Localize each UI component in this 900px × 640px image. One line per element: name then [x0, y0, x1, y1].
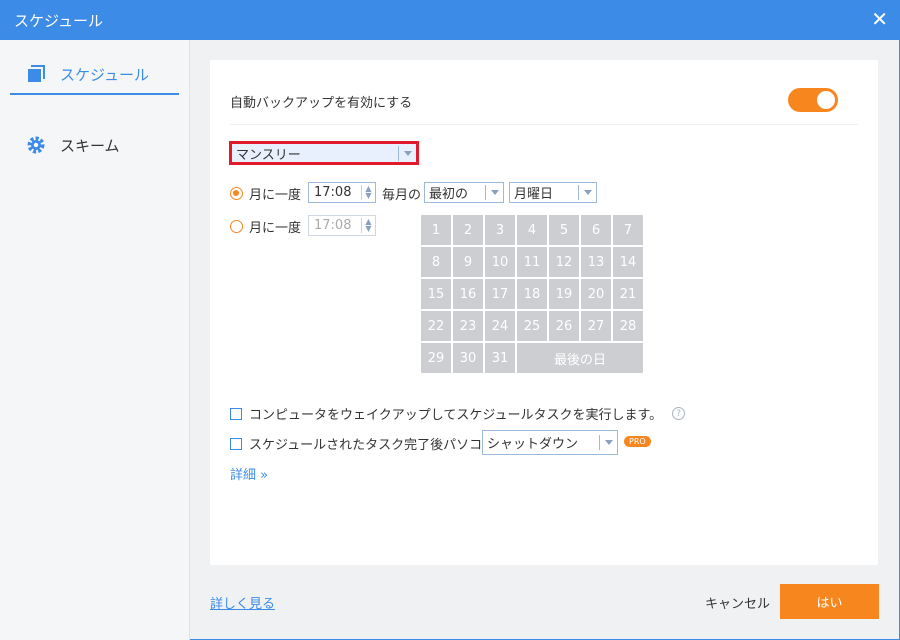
ok-button[interactable]: はい	[780, 584, 879, 619]
day-cell[interactable]: 4	[517, 215, 547, 245]
weekday-select[interactable]: 月曜日	[509, 182, 597, 203]
chevron-down-icon	[398, 146, 416, 161]
wake-option[interactable]: コンピュータをウェイクアップしてスケジュールタスクを実行します。?	[230, 404, 686, 423]
day-cell[interactable]: 26	[549, 311, 579, 341]
settings-panel: 自動バックアップを有効にする マンスリー 月に一度 17:08 ▲ ▼ 毎月の 最初…	[210, 60, 878, 565]
day-cell[interactable]: 6	[581, 215, 611, 245]
sidebar: スケジュール スキーム	[0, 40, 190, 640]
radio-selected[interactable]	[230, 187, 243, 200]
day-cell[interactable]: 11	[517, 247, 547, 277]
cancel-button[interactable]: キャンセル	[705, 593, 770, 612]
day-cell[interactable]: 16	[453, 279, 483, 309]
option2-label: 月に一度	[249, 221, 302, 236]
sidebar-item-schedule[interactable]: スケジュール	[10, 55, 179, 95]
day-cell[interactable]: 5	[549, 215, 579, 245]
chevron-down-icon	[578, 185, 596, 200]
after-label: スケジュールされたタスク完了後パソコン	[249, 438, 496, 453]
radio-unselected[interactable]	[230, 220, 243, 233]
day-cell[interactable]: 21	[613, 279, 643, 309]
spinner-icon: ▲ ▼	[361, 218, 375, 233]
schedule-icon	[28, 65, 45, 82]
option2-time: 17:08 ▲ ▼	[308, 215, 376, 236]
option1-label: 月に一度	[249, 188, 302, 203]
wake-checkbox[interactable]	[230, 407, 242, 420]
day-cell[interactable]: 10	[485, 247, 515, 277]
time-value: 17:08	[314, 185, 352, 200]
day-cell[interactable]: 28	[613, 311, 643, 341]
after-action-select[interactable]: シャットダウン	[482, 430, 618, 455]
day-cell[interactable]: 17	[485, 279, 515, 309]
day-cell[interactable]: 31	[485, 343, 515, 373]
divider	[230, 124, 858, 125]
day-cell[interactable]: 3	[485, 215, 515, 245]
every-month-label: 毎月の	[382, 188, 422, 203]
day-cell[interactable]: 27	[581, 311, 611, 341]
day-cell[interactable]: 15	[421, 279, 451, 309]
after-option[interactable]: スケジュールされたタスク完了後パソコン	[230, 434, 495, 453]
chevron-down-icon	[485, 185, 503, 200]
day-cell[interactable]: 14	[613, 247, 643, 277]
day-grid: 1 2 3 4 5 6 7 8 9 10 11 12 13 14 15 16 17 18 19 20 21 22 23 24 2…	[421, 215, 643, 373]
details-link[interactable]: 詳細 »	[230, 464, 268, 483]
option2-radio[interactable]: 月に一度	[230, 217, 301, 236]
double-chevron-down-icon: »	[260, 468, 269, 483]
pro-badge: PRO	[624, 436, 651, 447]
day-cell[interactable]: 25	[517, 311, 547, 341]
wake-label: コンピュータをウェイクアップしてスケジュールタスクを実行します。	[249, 408, 663, 423]
day-cell[interactable]: 2	[453, 215, 483, 245]
after-checkbox[interactable]	[230, 437, 242, 450]
day-cell[interactable]: 18	[517, 279, 547, 309]
learn-more-link[interactable]: 詳しく見る	[210, 593, 275, 612]
day-cell[interactable]: 13	[581, 247, 611, 277]
frequency-value: マンスリー	[236, 147, 301, 163]
day-cell[interactable]: 30	[453, 343, 483, 373]
window-title: スケジュール	[14, 12, 103, 30]
day-cell[interactable]: 7	[613, 215, 643, 245]
enable-label: 自動バックアップを有効にする	[230, 96, 413, 111]
day-cell[interactable]: 1	[421, 215, 451, 245]
weekday-value: 月曜日	[514, 187, 554, 202]
ordinal-value: 最初の	[429, 187, 469, 202]
chevron-down-icon	[599, 435, 617, 450]
details-label: 詳細	[230, 468, 257, 483]
sidebar-item-label: スケジュール	[60, 65, 149, 84]
ordinal-select[interactable]: 最初の	[424, 182, 504, 203]
sidebar-item-label: スキーム	[60, 136, 120, 155]
after-action-value: シャットダウン	[487, 437, 579, 452]
day-cell[interactable]: 9	[453, 247, 483, 277]
option1-time[interactable]: 17:08 ▲ ▼	[308, 182, 376, 203]
day-cell[interactable]: 29	[421, 343, 451, 373]
enable-backup-toggle[interactable]	[788, 88, 838, 112]
day-cell[interactable]: 23	[453, 311, 483, 341]
close-icon[interactable]: ✕	[871, 7, 888, 31]
sidebar-item-scheme[interactable]: スキーム	[10, 125, 179, 165]
gear-icon	[27, 136, 45, 154]
day-cell[interactable]: 24	[485, 311, 515, 341]
help-icon[interactable]: ?	[672, 407, 686, 420]
day-cell[interactable]: 8	[421, 247, 451, 277]
time-value: 17:08	[314, 218, 352, 233]
day-cell[interactable]: 12	[549, 247, 579, 277]
day-cell[interactable]: 20	[581, 279, 611, 309]
frequency-select[interactable]: マンスリー	[229, 141, 419, 165]
spinner-icon[interactable]: ▲ ▼	[361, 185, 375, 200]
title-bar: スケジュール ✕	[0, 0, 900, 40]
day-cell[interactable]: 19	[549, 279, 579, 309]
last-day-cell[interactable]: 最後の日	[517, 343, 643, 373]
option1-radio[interactable]: 月に一度	[230, 184, 301, 203]
day-cell[interactable]: 22	[421, 311, 451, 341]
